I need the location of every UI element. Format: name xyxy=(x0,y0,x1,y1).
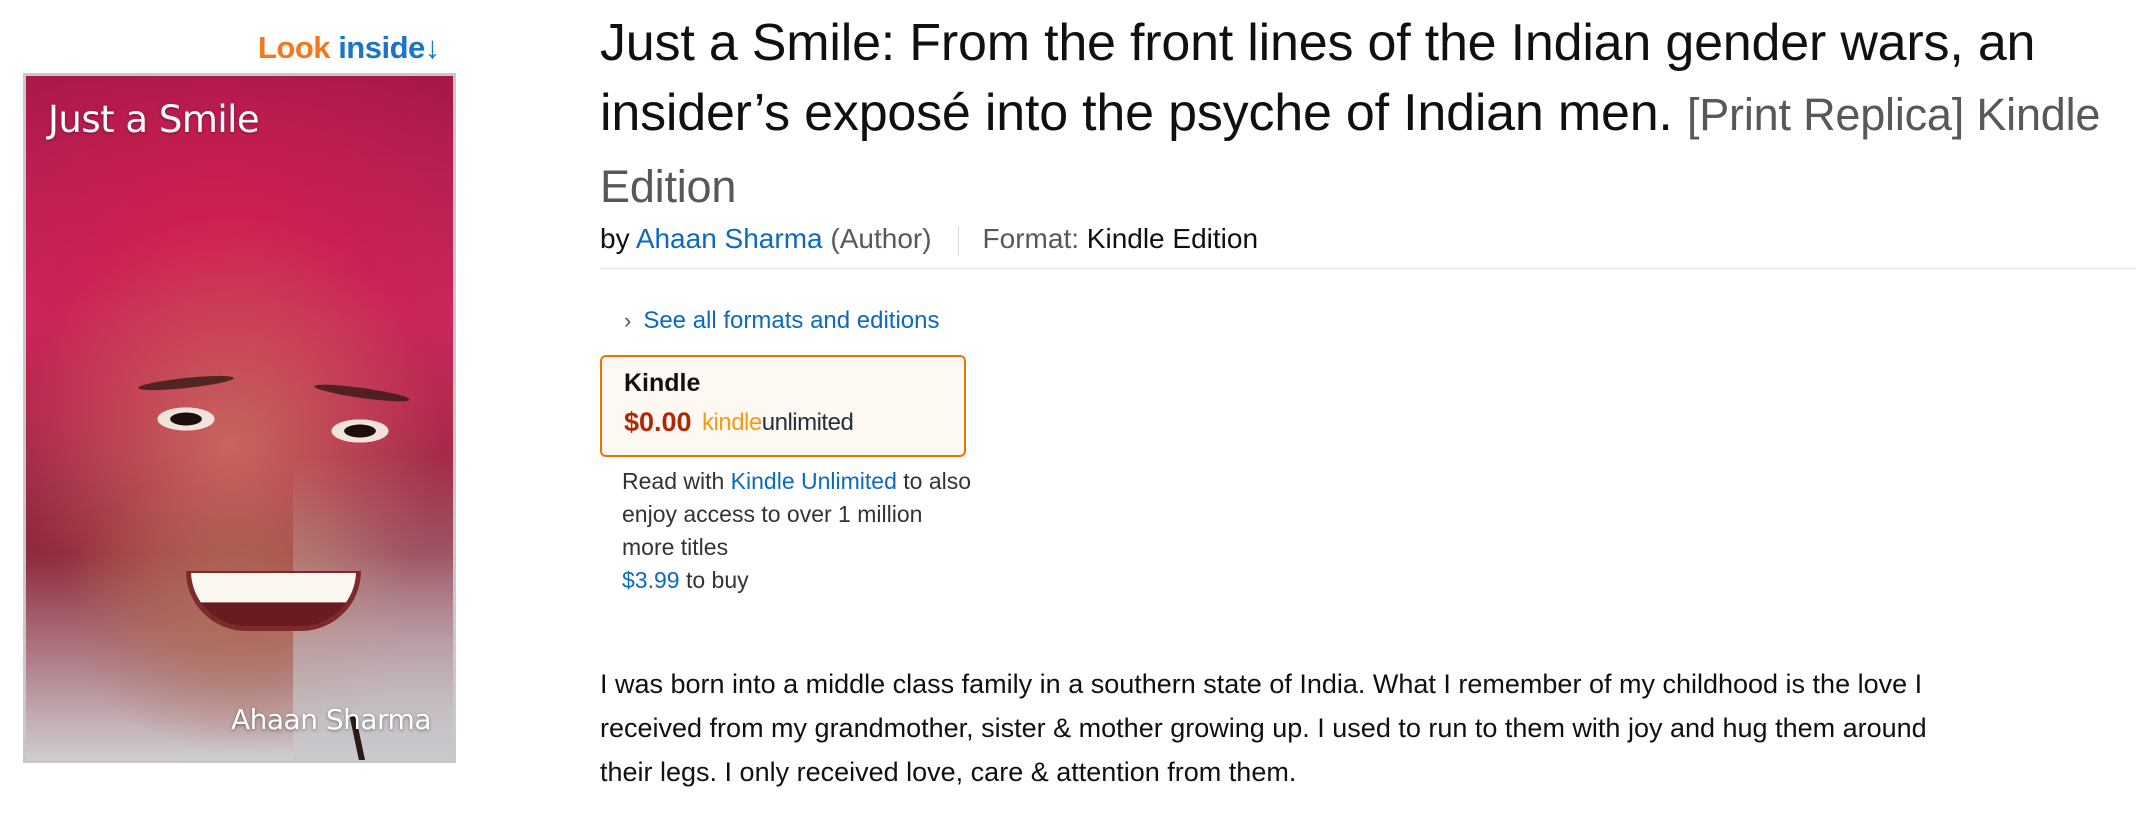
ku-note-to-buy: to buy xyxy=(685,567,749,593)
cover-title: Just a Smile xyxy=(48,98,260,141)
look-inside-look-text: Look xyxy=(258,30,331,65)
cover-face-eye-right xyxy=(328,418,392,444)
byline: by Ahaan Sharma (Author) Format: Kindle E… xyxy=(600,223,1258,256)
format-card-price: $0.00 xyxy=(624,407,692,437)
arrow-down-icon: ↓ xyxy=(424,30,441,65)
cover-face-brow-left xyxy=(137,373,235,393)
ku-logo-kindle: kindle xyxy=(702,408,762,436)
cover-face-eye-left xyxy=(154,406,218,432)
ku-note-read-with: Read with xyxy=(622,468,725,494)
see-all-formats-link[interactable]: › See all formats and editions xyxy=(624,307,940,335)
kindle-unlimited-note: Read with Kindle Unlimited to also enjoy… xyxy=(622,465,972,597)
product-title-block: Just a Smile: From the front lines of th… xyxy=(600,8,2136,222)
book-description: I was born into a middle class family in… xyxy=(600,669,1927,787)
look-inside-link[interactable]: Look inside↓ xyxy=(258,30,440,66)
header-divider xyxy=(600,268,2136,269)
format-value: Kindle Edition xyxy=(1086,223,1259,254)
chevron-right-icon: › xyxy=(624,308,632,333)
ku-logo-unlimited: unlimited xyxy=(761,408,854,436)
cover-author: Ahaan Sharma xyxy=(231,703,432,736)
author-role: (Author) xyxy=(830,223,932,254)
author-link[interactable]: Ahaan Sharma xyxy=(636,223,823,254)
format-card-price-row: $0.00 kindleunlimited xyxy=(624,407,854,438)
product-page: Look inside↓ Just a Smile Ahaan Sharma J… xyxy=(0,0,2136,820)
see-all-formats-label: See all formats and editions xyxy=(643,307,940,334)
format-label: Format: xyxy=(982,223,1080,254)
product-title: Just a Smile: From the front lines of th… xyxy=(600,8,2136,222)
byline-by: by xyxy=(600,223,630,254)
book-cover-image[interactable]: Just a Smile Ahaan Sharma xyxy=(23,73,456,763)
cover-face-brow-right xyxy=(313,381,411,405)
buy-price-link[interactable]: $3.99 xyxy=(622,567,680,593)
kindle-unlimited-link[interactable]: Kindle Unlimited xyxy=(731,468,897,494)
byline-separator xyxy=(957,225,959,256)
format-card-kindle[interactable]: Kindle $0.00 kindleunlimited xyxy=(600,355,966,457)
look-inside-inside-text: inside xyxy=(338,30,425,65)
kindle-unlimited-logo: kindleunlimited xyxy=(702,408,854,436)
format-card-name: Kindle xyxy=(624,369,701,397)
